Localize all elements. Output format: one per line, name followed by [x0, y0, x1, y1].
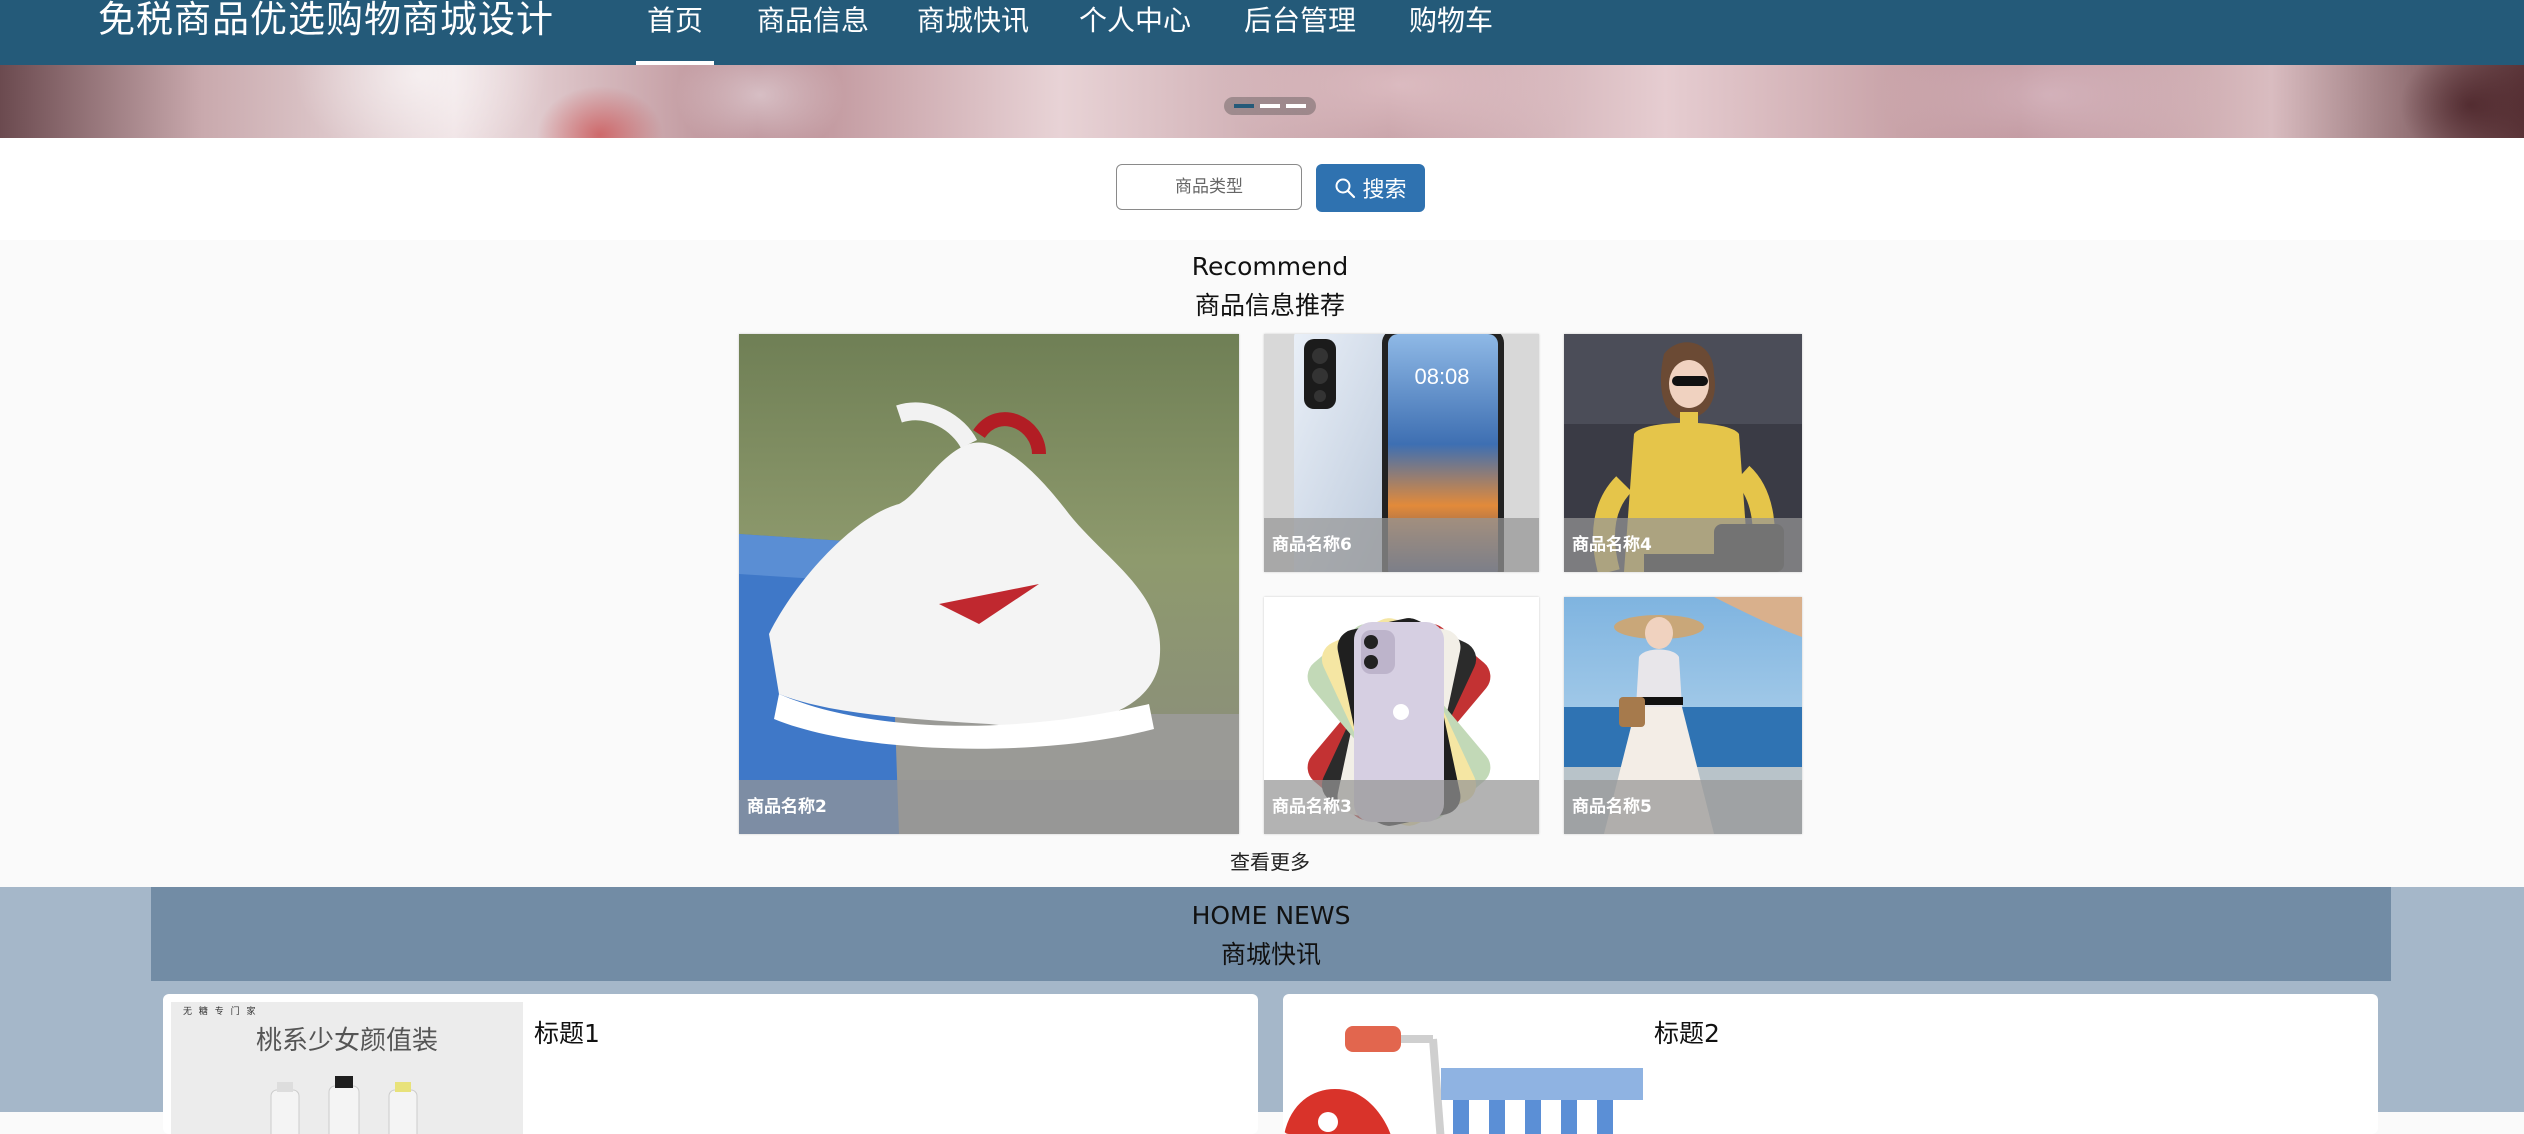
product-name: 商品名称6 [1264, 518, 1539, 572]
product-name: 商品名称5 [1564, 780, 1802, 834]
recommend-title-en: Recommend [1191, 252, 1349, 281]
nav-item-cart[interactable]: 购物车 [1408, 0, 1494, 65]
search-button[interactable]: 搜索 [1316, 164, 1425, 212]
shopping-cart-illustration [1284, 1026, 1643, 1134]
news-title: 标题1 [534, 1019, 600, 1048]
news-title-zh: 商城快讯 [1220, 940, 1321, 969]
svg-text:08:08: 08:08 [1414, 364, 1469, 389]
search-bar: 搜索 [0, 138, 2524, 240]
view-more-link[interactable]: 查看更多 [0, 846, 2524, 875]
banner-carousel[interactable] [0, 65, 2524, 138]
news-thumbnail [1283, 1002, 1643, 1134]
product-card[interactable]: 商品名称4 [1564, 334, 1802, 572]
search-icon [1335, 178, 1356, 199]
carousel-dot-1[interactable] [1234, 104, 1254, 108]
search-button-label: 搜索 [1362, 178, 1407, 203]
product-card[interactable]: 商品名称3 [1264, 597, 1539, 834]
news-header: HOME NEWS 商城快讯 [151, 887, 2391, 981]
news-title: 标题2 [1654, 1019, 1720, 1048]
news-title-en: HOME NEWS [1191, 901, 1351, 930]
product-image-sneakers [739, 334, 1239, 834]
product-name: 商品名称3 [1264, 780, 1539, 834]
product-name: 商品名称4 [1564, 518, 1802, 572]
carousel-dot-2[interactable] [1260, 104, 1280, 108]
nav-item-news[interactable]: 商城快讯 [916, 0, 1030, 65]
carousel-dot-3[interactable] [1286, 104, 1306, 108]
nav-item-admin[interactable]: 后台管理 [1243, 0, 1357, 65]
product-card[interactable]: 商品名称2 [739, 334, 1239, 834]
site-title[interactable]: 免税商品优选购物商城设计 [98, 0, 554, 46]
top-navbar: 免税商品优选购物商城设计 首页 商品信息 商城快讯 个人中心 后台管理 购物车 [0, 0, 2524, 65]
product-card[interactable]: 08:08 商品名称6 [1264, 334, 1539, 572]
bottles-illustration [270, 1076, 418, 1134]
carousel-indicators [1224, 97, 1316, 115]
recommend-title-zh: 商品信息推荐 [1194, 291, 1345, 320]
product-name: 商品名称2 [739, 780, 1239, 834]
news-thumbnail: 无 糖 专 门 家 桃系少女颜值装 [171, 1002, 523, 1134]
search-input[interactable] [1116, 164, 1302, 210]
news-card[interactable]: 标题2 [1283, 994, 2378, 1134]
news-card[interactable]: 无 糖 专 门 家 桃系少女颜值装 标题1 [163, 994, 1258, 1134]
nav-item-home[interactable]: 首页 [636, 0, 714, 65]
nav-item-personal-center[interactable]: 个人中心 [1078, 0, 1192, 65]
product-card[interactable]: 商品名称5 [1564, 597, 1802, 834]
nav-item-products[interactable]: 商品信息 [756, 0, 870, 65]
